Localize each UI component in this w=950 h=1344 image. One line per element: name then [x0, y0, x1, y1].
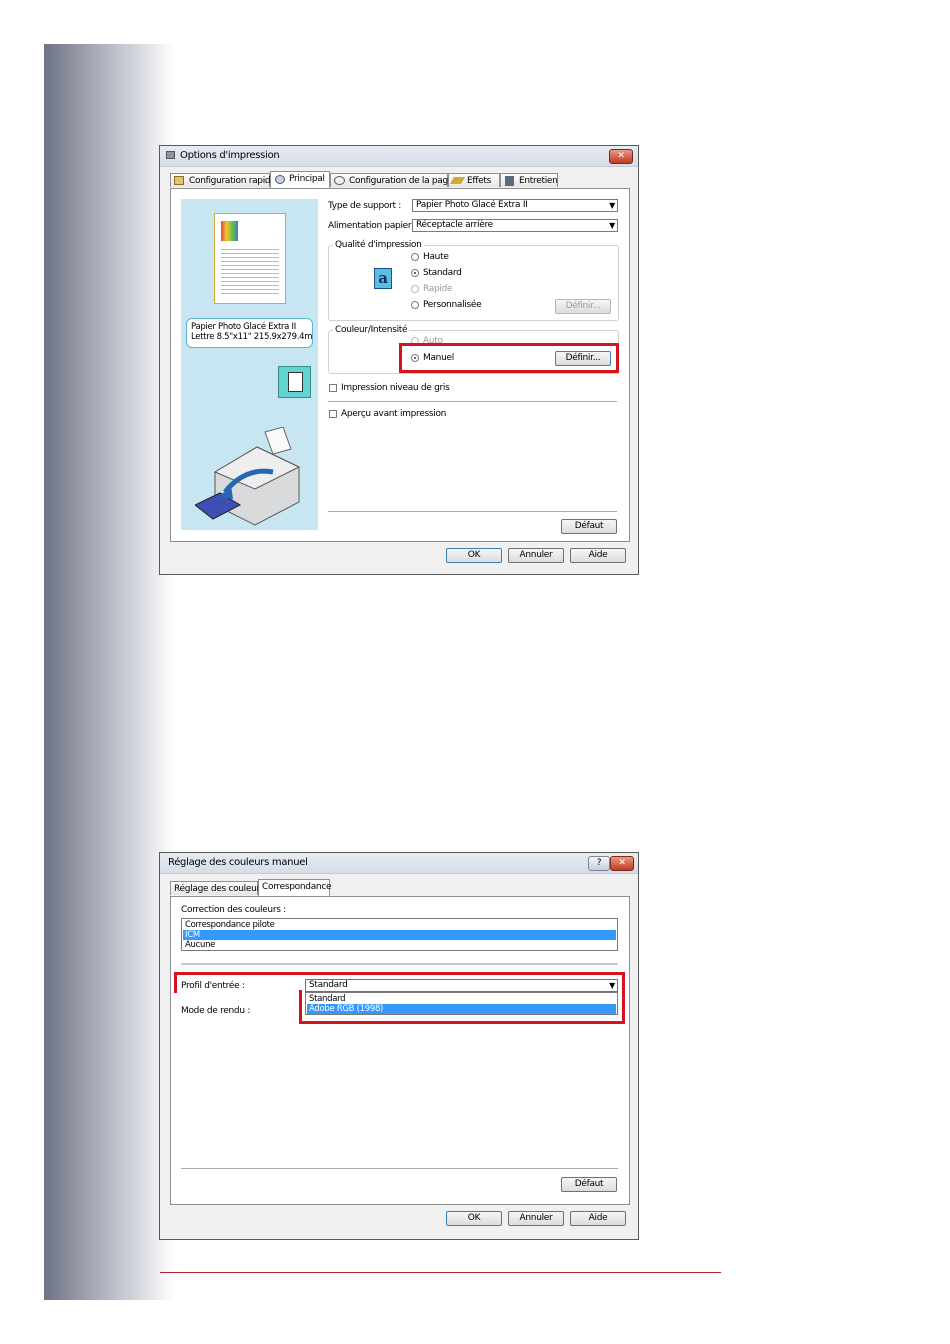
tab-page-setup[interactable]: Configuration de la page — [330, 173, 453, 187]
quality-custom-radio[interactable] — [411, 301, 419, 309]
quality-fast-radio[interactable] — [411, 285, 419, 293]
quality-high-radio[interactable] — [411, 253, 419, 261]
help-button[interactable]: Aide — [570, 1211, 626, 1226]
tab-label: Principal — [289, 174, 325, 184]
portrait-page-icon — [288, 372, 303, 392]
page-preview — [214, 213, 286, 304]
color-intensity-title: Couleur/Intensité — [333, 325, 410, 335]
quality-custom-label: Personnalisée — [423, 300, 482, 310]
footer-rule — [160, 1272, 721, 1273]
quality-define-button[interactable]: Définir... — [555, 299, 611, 314]
tab-label: Effets — [467, 176, 491, 186]
help-title-button[interactable]: ? — [588, 856, 610, 871]
printer-icon — [166, 151, 175, 159]
tab-label: Configuration rapide — [189, 176, 276, 186]
dropdown-arrow-icon: ▼ — [609, 221, 615, 230]
ok-button[interactable]: OK — [446, 548, 502, 563]
tab-label: Entretien — [519, 176, 558, 186]
matching-tab-panel: Correction des couleurs : Correspondance… — [170, 896, 630, 1205]
dialog-title: Réglage des couleurs manuel — [168, 857, 308, 868]
orientation-icon — [278, 366, 311, 398]
title-bar[interactable]: Réglage des couleurs manuel ? ✕ — [160, 853, 638, 874]
help-button[interactable]: Aide — [570, 548, 626, 563]
media-caption-line2: Lettre 8.5"x11" 215.9x279.4mm — [191, 332, 313, 342]
highlight-input-profile — [174, 972, 625, 1024]
divider — [328, 401, 617, 402]
tab-quick-setup[interactable]: Configuration rapide — [170, 173, 276, 187]
dropdown-arrow-icon: ▼ — [609, 201, 615, 210]
highlight-manual-color — [399, 343, 619, 373]
quality-standard-label: Standard — [423, 268, 462, 278]
media-type-label: Type de support : — [328, 201, 401, 211]
close-button[interactable]: ✕ — [609, 149, 633, 164]
printer-illustration — [195, 427, 301, 526]
quality-high-label: Haute — [423, 252, 449, 262]
divider — [181, 963, 618, 965]
media-caption: Papier Photo Glacé Extra II Lettre 8.5"x… — [186, 318, 313, 348]
divider — [181, 1168, 618, 1169]
print-quality-title: Qualité d'impression — [333, 240, 424, 250]
grayscale-label: Impression niveau de gris — [341, 383, 450, 393]
tab-strip: Configuration rapide Principal Configura… — [170, 171, 630, 189]
preview-pane: Papier Photo Glacé Extra II Lettre 8.5"x… — [181, 199, 318, 530]
default-button[interactable]: Défaut — [561, 519, 617, 534]
tab-main[interactable]: Principal — [270, 171, 330, 188]
default-button[interactable]: Défaut — [561, 1177, 617, 1192]
quick-setup-icon — [174, 176, 184, 185]
grayscale-checkbox[interactable] — [329, 384, 337, 392]
color-correction-label: Correction des couleurs : — [181, 905, 286, 915]
manual-color-dialog: Réglage des couleurs manuel ? ✕ Réglage … — [159, 852, 639, 1240]
ok-button[interactable]: OK — [446, 1211, 502, 1226]
dialog-title: Options d'impression — [180, 150, 280, 161]
page-side-gradient — [44, 44, 174, 1300]
preview-label: Aperçu avant impression — [341, 409, 447, 419]
cancel-button[interactable]: Annuler — [508, 548, 564, 563]
maintenance-icon — [505, 176, 514, 186]
list-item-selected[interactable]: ICM — [183, 930, 616, 940]
main-tab-icon — [275, 175, 285, 184]
photo-thumbnail — [221, 221, 238, 241]
main-tab-panel: Papier Photo Glacé Extra II Lettre 8.5"x… — [170, 188, 630, 542]
preview-checkbox[interactable] — [329, 410, 337, 418]
tab-strip: Réglage des couleurs Correspondance — [170, 879, 630, 897]
media-type-value: Papier Photo Glacé Extra II — [416, 200, 528, 210]
quality-a-icon: a — [374, 268, 392, 289]
text-lines — [221, 246, 279, 296]
media-type-select[interactable]: Papier Photo Glacé Extra II ▼ — [412, 199, 618, 212]
print-options-dialog: Options d'impression ✕ Configuration rap… — [159, 145, 639, 575]
effects-icon — [449, 177, 466, 184]
tab-color-adjustment[interactable]: Réglage des couleurs — [170, 881, 265, 895]
list-item[interactable]: Aucune — [183, 940, 616, 950]
media-caption-line1: Papier Photo Glacé Extra II — [191, 322, 296, 332]
tab-maintenance[interactable]: Entretien — [500, 173, 558, 187]
tab-effects[interactable]: Effets — [448, 173, 500, 187]
paper-source-label: Alimentation papier : — [328, 221, 417, 231]
list-item[interactable]: Correspondance pilote — [183, 920, 616, 930]
tab-label: Configuration de la page — [349, 176, 454, 186]
color-correction-list[interactable]: Correspondance pilote ICM Aucune — [181, 918, 618, 951]
divider — [328, 511, 617, 512]
quality-standard-radio[interactable] — [411, 269, 419, 277]
tab-matching[interactable]: Correspondance — [258, 879, 332, 896]
paper-source-value: Réceptacle arrière — [416, 220, 493, 230]
paper-source-select[interactable]: Réceptacle arrière ▼ — [412, 219, 618, 232]
page-setup-icon — [334, 176, 345, 185]
cancel-button[interactable]: Annuler — [508, 1211, 564, 1226]
highlight-bottom — [299, 990, 625, 1024]
title-bar[interactable]: Options d'impression ✕ — [160, 146, 638, 167]
quality-fast-label: Rapide — [423, 284, 453, 294]
close-button[interactable]: ✕ — [610, 856, 634, 871]
